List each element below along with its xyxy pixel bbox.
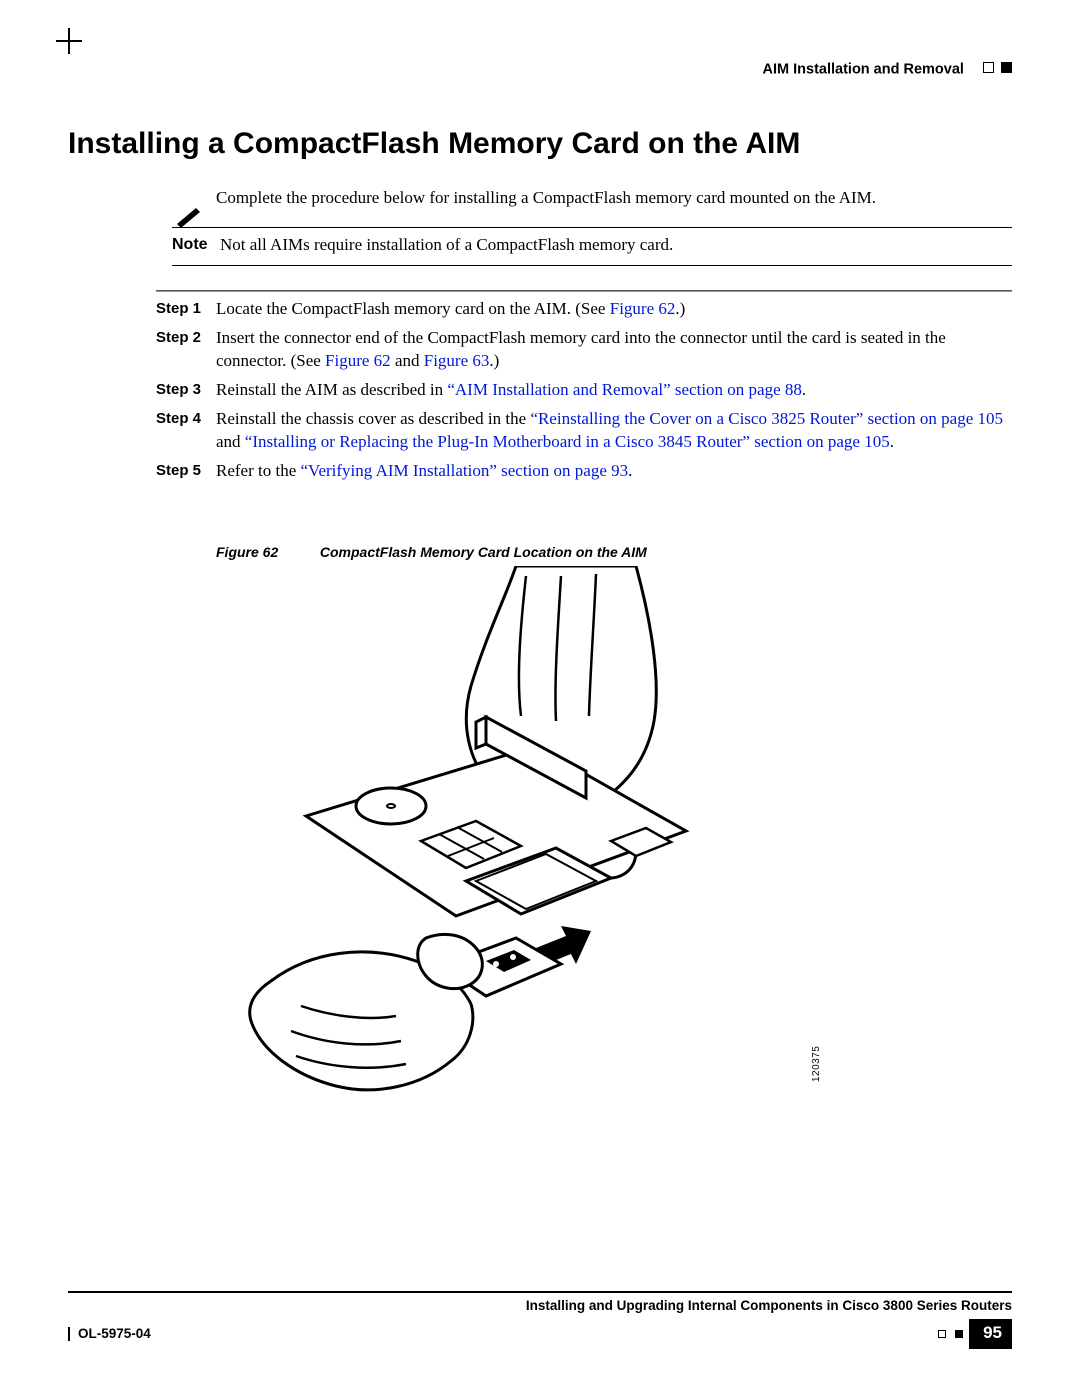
figure-link[interactable]: Figure 63 (424, 351, 490, 370)
square-icon (983, 62, 994, 73)
step-text: Locate the CompactFlash memory card on t… (216, 299, 610, 318)
steps-rule (156, 290, 1012, 292)
step-text: . (890, 432, 894, 451)
step-body: Reinstall the AIM as described in “AIM I… (216, 379, 1012, 402)
step-body: Reinstall the chassis cover as described… (216, 408, 1012, 454)
section-link[interactable]: “Installing or Replacing the Plug-In Mot… (245, 432, 890, 451)
section-link[interactable]: “AIM Installation and Removal” section o… (447, 380, 802, 399)
step-label: Step 5 (156, 460, 216, 481)
header-text: AIM Installation and Removal (763, 62, 964, 78)
step-text: . (802, 380, 806, 399)
step-body: Insert the connector end of the CompactF… (216, 327, 1012, 373)
step-text: Reinstall the chassis cover as described… (216, 409, 530, 428)
step-label: Step 4 (156, 408, 216, 429)
step-body: Locate the CompactFlash memory card on t… (216, 298, 1012, 321)
page-footer: Installing and Upgrading Internal Compon… (68, 1291, 1012, 1349)
section-link[interactable]: “Reinstalling the Cover on a Cisco 3825 … (530, 409, 1003, 428)
intro-paragraph: Complete the procedure below for install… (216, 187, 1012, 210)
square-icon (1001, 62, 1012, 73)
figure-label: Figure 62 (216, 543, 316, 562)
step-text: and (391, 351, 424, 370)
figure-title: CompactFlash Memory Card Location on the… (320, 544, 647, 560)
step-text: .) (675, 299, 685, 318)
page-title: Installing a CompactFlash Memory Card on… (68, 124, 1012, 165)
header-decor (980, 60, 1012, 80)
figure-illustration: 120375 (216, 566, 776, 1126)
doc-id-text: OL-5975-04 (78, 1325, 151, 1343)
page-number: 95 (969, 1319, 1012, 1349)
step-row: Step 5 Refer to the “Verifying AIM Insta… (156, 460, 1012, 483)
step-text: .) (489, 351, 499, 370)
step-text: . (628, 461, 632, 480)
figure-caption: Figure 62 CompactFlash Memory Card Locat… (216, 543, 1012, 562)
footer-right: 95 (935, 1319, 1012, 1349)
page-content: AIM Installation and Removal Installing … (68, 40, 1012, 1126)
step-row: Step 2 Insert the connector end of the C… (156, 327, 1012, 373)
step-label: Step 2 (156, 327, 216, 348)
step-label: Step 3 (156, 379, 216, 400)
figure-link[interactable]: Figure 62 (325, 351, 391, 370)
step-text: Refer to the (216, 461, 301, 480)
note-text: Not all AIMs require installation of a C… (220, 234, 673, 257)
step-row: Step 3 Reinstall the AIM as described in… (156, 379, 1012, 402)
step-label: Step 1 (156, 298, 216, 319)
running-header: AIM Installation and Removal (763, 60, 1012, 80)
note-icon (174, 204, 204, 235)
note-block: Note Not all AIMs require installation o… (172, 227, 1012, 266)
step-text: and (216, 432, 245, 451)
note-label: Note (172, 234, 208, 257)
figure-link[interactable]: Figure 62 (610, 299, 676, 318)
step-body: Refer to the “Verifying AIM Installation… (216, 460, 1012, 483)
footer-tick-icon (68, 1327, 70, 1341)
art-number: 120375 (810, 1046, 824, 1082)
square-icon (955, 1330, 963, 1338)
step-text: Reinstall the AIM as described in (216, 380, 447, 399)
square-icon (938, 1330, 946, 1338)
section-link[interactable]: “Verifying AIM Installation” section on … (301, 461, 629, 480)
step-row: Step 1 Locate the CompactFlash memory ca… (156, 298, 1012, 321)
step-row: Step 4 Reinstall the chassis cover as de… (156, 408, 1012, 454)
footer-doc-id: OL-5975-04 (68, 1325, 151, 1343)
footer-book-title: Installing and Upgrading Internal Compon… (68, 1297, 1012, 1315)
